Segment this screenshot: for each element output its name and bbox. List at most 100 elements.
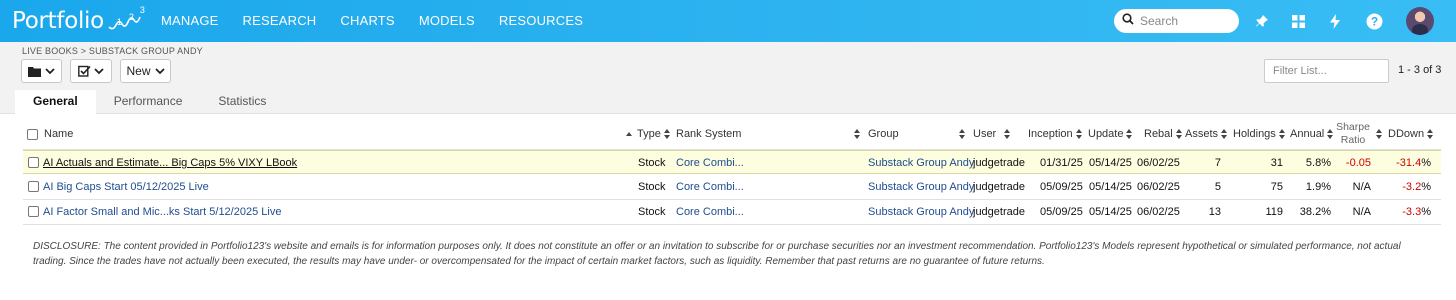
nav-models[interactable]: MODELS <box>419 0 475 42</box>
table-row[interactable]: AI Actuals and Estimate... Big Caps 5% V… <box>23 150 1441 174</box>
ddown-percent: % <box>1421 206 1431 218</box>
cell-ddown: -3.2% <box>1381 181 1431 193</box>
breadcrumb[interactable]: LIVE BOOKS > SUBSTACK GROUP ANDY <box>22 46 203 56</box>
col-header-group[interactable]: Group <box>868 128 899 140</box>
folder-icon <box>28 66 41 77</box>
new-dropdown-button[interactable]: New <box>120 59 171 83</box>
logo-digit-3: 3 <box>139 5 145 15</box>
col-header-name[interactable]: Name <box>44 128 73 140</box>
cell-ddown: -31.4% <box>1381 157 1431 169</box>
logo-digit-2: 2 <box>128 12 134 22</box>
cell-user: judgetrade <box>973 181 1025 193</box>
nav-manage[interactable]: MANAGE <box>161 0 219 42</box>
col-header-ddown[interactable]: DDown <box>1388 128 1434 140</box>
ddown-percent: % <box>1421 181 1431 193</box>
row-checkbox[interactable] <box>28 157 39 168</box>
nav-resources[interactable]: RESOURCES <box>499 0 583 42</box>
cell-assets: 7 <box>1214 157 1221 169</box>
pin-icon[interactable] <box>1253 12 1271 30</box>
sort-icon <box>1004 129 1011 140</box>
table-row[interactable]: AI Big Caps Start 05/12/2025 Live Stock … <box>23 175 1441 199</box>
group-link[interactable]: Substack Group Andy <box>868 206 974 218</box>
tab-general[interactable]: General <box>15 90 96 114</box>
cell-rebal: 06/02/25 <box>1137 206 1180 218</box>
logo-text: Portfolio <box>12 8 104 34</box>
lightning-icon[interactable] <box>1326 12 1344 30</box>
cell-annual: 5.8% <box>1305 157 1331 169</box>
new-button-label: New <box>126 64 151 78</box>
col-header-assets[interactable]: Assets <box>1185 128 1228 140</box>
ddown-percent: % <box>1421 157 1431 169</box>
portfolio123-logo[interactable]: Portfolio 1 2 3 <box>12 5 147 37</box>
search-box[interactable] <box>1114 9 1239 33</box>
filter-list-input[interactable] <box>1264 59 1389 83</box>
rank-system-link[interactable]: Core Combi... <box>676 157 744 169</box>
cell-inception: 05/09/25 <box>1040 206 1083 218</box>
checkbox-check-icon <box>78 65 91 77</box>
cell-assets: 5 <box>1214 181 1221 193</box>
cell-annual: 38.2% <box>1299 206 1331 218</box>
books-table: Name Type Rank System Group User Incepti… <box>15 114 1441 300</box>
col-header-update[interactable]: Update <box>1088 128 1133 140</box>
col-header-inception[interactable]: Inception <box>1028 128 1083 140</box>
col-header-annual[interactable]: Annual <box>1290 128 1334 140</box>
cell-type: Stock <box>638 206 666 218</box>
col-header-holdings[interactable]: Holdings <box>1233 128 1286 140</box>
toolbar-area: LIVE BOOKS > SUBSTACK GROUP ANDY New 1 -… <box>0 42 1456 114</box>
cell-ddown: -3.3% <box>1381 206 1431 218</box>
rank-system-link[interactable]: Core Combi... <box>676 206 744 218</box>
book-name-link[interactable]: AI Big Caps Start 05/12/2025 Live <box>43 181 209 193</box>
row-checkbox[interactable] <box>28 206 39 217</box>
group-link[interactable]: Substack Group Andy <box>868 181 974 193</box>
book-name-link[interactable]: AI Actuals and Estimate... Big Caps 5% V… <box>43 157 297 169</box>
rank-system-link[interactable]: Core Combi... <box>676 181 744 193</box>
cell-update: 05/14/25 <box>1089 206 1132 218</box>
cell-holdings: 31 <box>1270 157 1283 169</box>
sort-icon <box>1075 129 1083 140</box>
cell-user: judgetrade <box>973 157 1025 169</box>
grid-icon[interactable] <box>1289 12 1307 30</box>
book-name-link[interactable]: AI Factor Small and Mic...ks Start 5/12/… <box>43 206 281 218</box>
col-header-sharpe-ratio[interactable]: Sharpe Ratio <box>1335 121 1371 147</box>
cell-assets: 13 <box>1208 206 1221 218</box>
help-icon[interactable]: ? <box>1365 12 1383 30</box>
nav-research[interactable]: RESEARCH <box>243 0 317 42</box>
cell-update: 05/14/25 <box>1089 157 1132 169</box>
cell-inception: 01/31/25 <box>1040 157 1083 169</box>
tab-performance[interactable]: Performance <box>96 90 201 114</box>
tab-bar: General Performance Statistics <box>15 90 284 114</box>
sort-icon <box>663 129 671 140</box>
search-input[interactable] <box>1140 14 1230 28</box>
folder-dropdown-button[interactable] <box>21 59 62 83</box>
nav-charts[interactable]: CHARTS <box>340 0 394 42</box>
col-header-type[interactable]: Type <box>637 128 671 140</box>
cell-sharpe: N/A <box>1352 206 1371 218</box>
row-divider <box>23 224 1441 225</box>
svg-text:?: ? <box>1370 14 1377 28</box>
group-sort-icon[interactable] <box>956 128 966 140</box>
disclosure-text: DISCLOSURE: The content provided in Port… <box>33 241 1401 267</box>
col-header-rank-system[interactable]: Rank System <box>676 128 741 140</box>
ddown-value: -3.2 <box>1402 181 1422 193</box>
cell-holdings: 119 <box>1265 206 1283 218</box>
sort-icon <box>1327 129 1334 140</box>
select-dropdown-button[interactable] <box>70 59 112 83</box>
tab-statistics[interactable]: Statistics <box>200 90 284 114</box>
name-sort-asc-icon[interactable] <box>623 128 632 140</box>
rank-system-sort-icon[interactable] <box>851 128 861 140</box>
row-checkbox[interactable] <box>28 181 39 192</box>
logo-steps-icon: 1 2 3 <box>107 5 147 35</box>
group-link[interactable]: Substack Group Andy <box>868 157 974 169</box>
col-header-user[interactable]: User <box>973 128 1011 140</box>
cell-rebal: 06/02/25 <box>1137 181 1180 193</box>
cell-holdings: 75 <box>1270 181 1283 193</box>
col-header-rebal[interactable]: Rebal <box>1144 128 1183 140</box>
sharpe-sort-icon[interactable] <box>1373 128 1383 140</box>
select-all-checkbox[interactable] <box>27 129 38 140</box>
logo-digit-1: 1 <box>116 17 122 27</box>
user-avatar[interactable] <box>1406 7 1434 35</box>
cell-user: judgetrade <box>973 206 1025 218</box>
table-row[interactable]: AI Factor Small and Mic...ks Start 5/12/… <box>23 200 1441 224</box>
cell-annual: 1.9% <box>1305 181 1331 193</box>
top-navbar: Portfolio 1 2 3 MANAGE RESEARCH CHARTS M… <box>0 0 1456 42</box>
